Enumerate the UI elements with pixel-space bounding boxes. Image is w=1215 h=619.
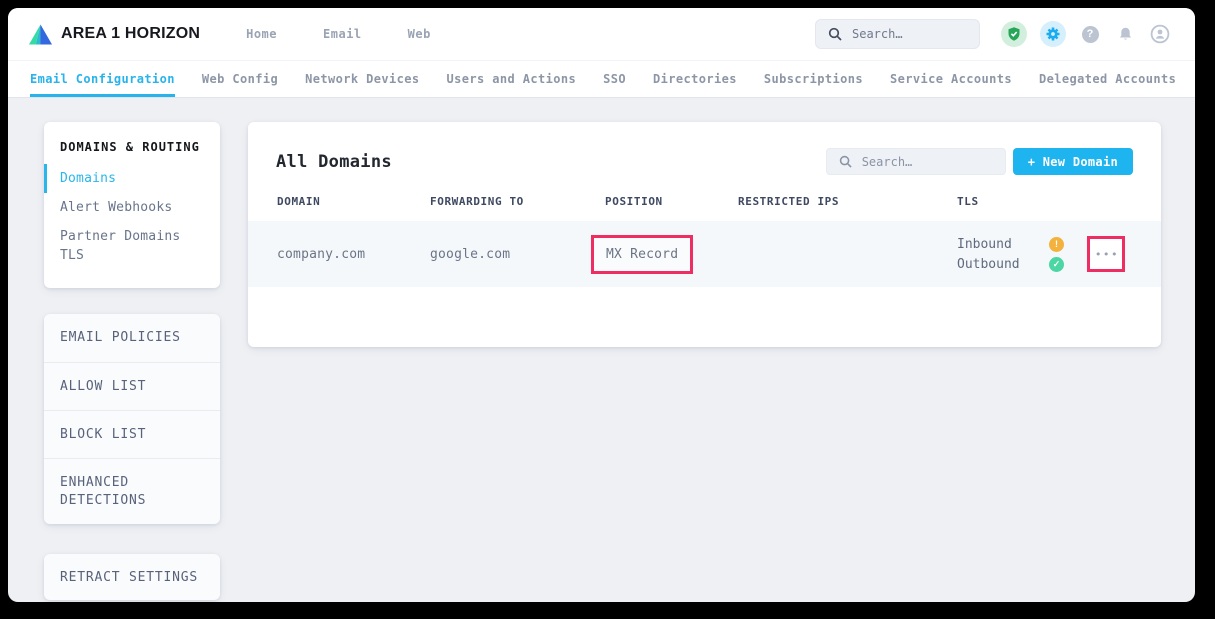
column-header-restricted-ips: RESTRICTED IPS xyxy=(738,195,957,208)
global-search[interactable] xyxy=(815,19,980,49)
nav-web[interactable]: Web xyxy=(408,27,431,41)
table-header: DOMAIN FORWARDING TO POSITION RESTRICTED… xyxy=(248,195,1161,221)
panel-header-actions: + New Domain xyxy=(826,148,1133,175)
tab-email-configuration[interactable]: Email Configuration xyxy=(30,61,175,97)
domain-search[interactable] xyxy=(826,148,1006,175)
sidebar-item-block-list[interactable]: BLOCK LIST xyxy=(44,410,220,458)
config-tabs: Email Configuration Web Config Network D… xyxy=(8,60,1195,98)
tab-service-accounts[interactable]: Service Accounts xyxy=(890,61,1012,97)
tab-web-config[interactable]: Web Config xyxy=(202,61,278,97)
shield-check-icon[interactable] xyxy=(1001,21,1027,47)
position-cell: MX Record xyxy=(605,235,738,274)
top-nav: Home Email Web xyxy=(246,27,431,41)
nav-email[interactable]: Email xyxy=(323,27,362,41)
tab-users-and-actions[interactable]: Users and Actions xyxy=(447,61,577,97)
position-highlight-box: MX Record xyxy=(591,235,693,274)
sidebar-item-allow-list[interactable]: ALLOW LIST xyxy=(44,362,220,410)
brand-logo-icon xyxy=(28,23,53,46)
forwarding-to-cell: google.com xyxy=(430,247,605,262)
domain-cell: company.com xyxy=(277,247,430,262)
panel-header: All Domains + New Domain xyxy=(248,122,1161,195)
top-bar-right: ? xyxy=(815,19,1171,49)
tab-subscriptions[interactable]: Subscriptions xyxy=(764,61,863,97)
user-icon[interactable] xyxy=(1149,23,1171,45)
column-header-domain: DOMAIN xyxy=(277,195,430,208)
tab-delegated-accounts[interactable]: Delegated Accounts xyxy=(1039,61,1176,97)
sidebar: DOMAINS & ROUTING Domains Alert Webhooks… xyxy=(44,122,220,600)
app-window: AREA 1 HORIZON Home Email Web xyxy=(8,8,1195,602)
tab-sso[interactable]: SSO xyxy=(603,61,626,97)
help-icon[interactable]: ? xyxy=(1079,23,1101,45)
check-icon: ✓ xyxy=(1049,257,1064,272)
tab-network-devices[interactable]: Network Devices xyxy=(305,61,419,97)
policy-sections-card: EMAIL POLICIES ALLOW LIST BLOCK LIST ENH… xyxy=(44,314,220,524)
top-bar: AREA 1 HORIZON Home Email Web xyxy=(8,8,1195,60)
search-icon xyxy=(828,27,842,41)
global-search-input[interactable] xyxy=(852,27,967,41)
table-row[interactable]: company.com google.com MX Record Inbound… xyxy=(248,221,1161,287)
new-domain-button[interactable]: + New Domain xyxy=(1013,148,1133,175)
sidebar-item-email-policies[interactable]: EMAIL POLICIES xyxy=(44,314,220,362)
row-actions-button[interactable]: ••• xyxy=(1090,239,1122,269)
column-header-forwarding-to: FORWARDING TO xyxy=(430,195,605,208)
all-domains-panel: All Domains + New Domain DOMAIN F xyxy=(248,122,1161,347)
tls-cell: Inbound ! Outbound ✓ xyxy=(957,237,1161,272)
domain-search-input[interactable] xyxy=(862,155,993,169)
brand-title: AREA 1 HORIZON xyxy=(61,25,200,43)
sidebar-item-alert-webhooks[interactable]: Alert Webhooks xyxy=(44,193,220,222)
sidebar-item-partner-domains-tls[interactable]: Partner Domains TLS xyxy=(44,222,220,270)
sidebar-item-domains[interactable]: Domains xyxy=(44,164,220,193)
brand[interactable]: AREA 1 HORIZON xyxy=(28,23,200,46)
sidebar-section-title: DOMAINS & ROUTING xyxy=(44,138,220,164)
tab-directories[interactable]: Directories xyxy=(653,61,737,97)
column-header-position: POSITION xyxy=(605,195,738,208)
tls-inbound: Inbound ! xyxy=(957,237,1161,252)
bell-icon[interactable] xyxy=(1114,23,1136,45)
nav-home[interactable]: Home xyxy=(246,27,277,41)
warning-icon: ! xyxy=(1049,237,1064,252)
gear-icon[interactable] xyxy=(1040,21,1066,47)
search-icon xyxy=(839,155,852,168)
content-area: DOMAINS & ROUTING Domains Alert Webhooks… xyxy=(8,98,1195,600)
domains-routing-card: DOMAINS & ROUTING Domains Alert Webhooks… xyxy=(44,122,220,288)
page-title: All Domains xyxy=(276,152,392,172)
sidebar-item-enhanced-detections[interactable]: ENHANCED DETECTIONS xyxy=(44,458,220,524)
sidebar-item-retract-settings[interactable]: RETRACT SETTINGS xyxy=(44,554,220,600)
actions-highlight-box: ••• xyxy=(1087,236,1125,272)
tls-outbound: Outbound ✓ xyxy=(957,257,1161,272)
column-header-tls: TLS xyxy=(957,195,1161,208)
